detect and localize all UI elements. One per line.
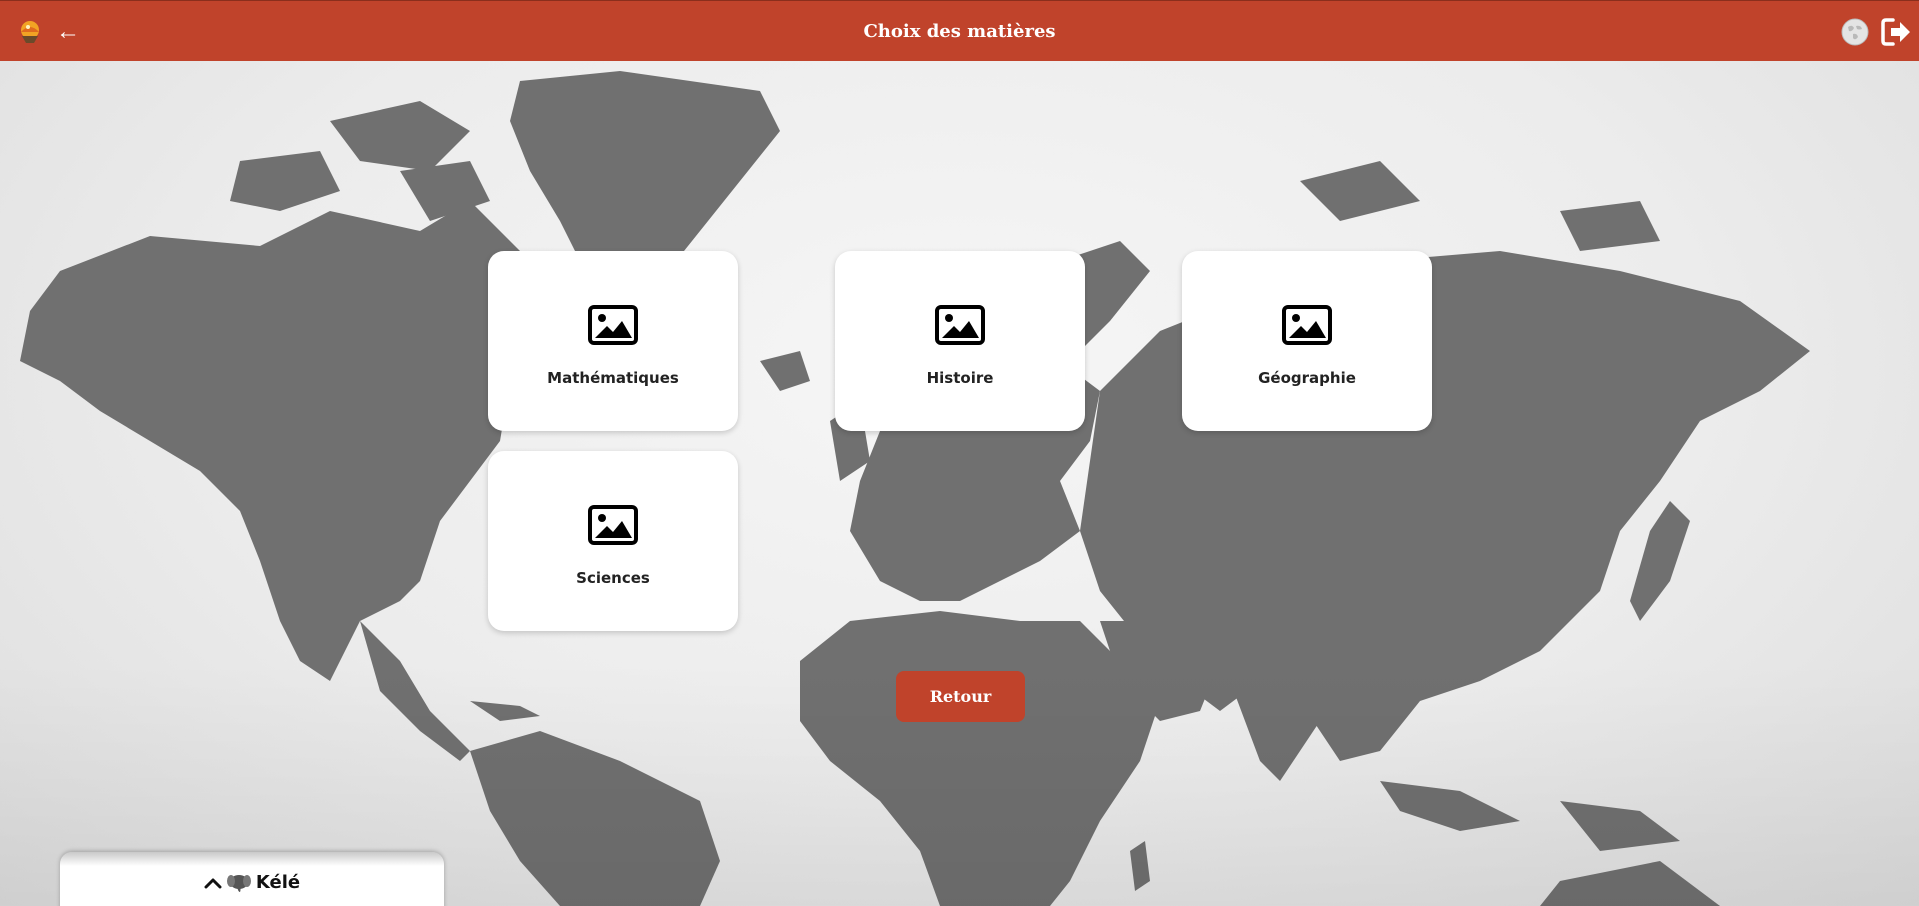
bottom-character-panel[interactable]: Kélé bbox=[60, 852, 444, 906]
image-icon bbox=[588, 305, 638, 345]
subject-label: Géographie bbox=[1258, 369, 1356, 387]
subject-label: Sciences bbox=[576, 569, 650, 587]
subject-card-geographie[interactable]: Géographie bbox=[1182, 251, 1432, 431]
image-icon bbox=[1282, 305, 1332, 345]
panel-header: Kélé bbox=[60, 872, 444, 893]
subject-card-sciences[interactable]: Sciences bbox=[488, 451, 738, 631]
world-map-background bbox=[0, 71, 1919, 906]
image-icon bbox=[588, 505, 638, 545]
subject-label: Histoire bbox=[926, 369, 994, 387]
subject-card-mathematiques[interactable]: Mathématiques bbox=[488, 251, 738, 431]
logout-icon[interactable] bbox=[1880, 16, 1912, 48]
elephant-icon bbox=[226, 874, 251, 892]
retour-button[interactable]: Retour bbox=[896, 671, 1025, 722]
subject-card-histoire[interactable]: Histoire bbox=[835, 251, 1085, 431]
image-icon bbox=[935, 305, 985, 345]
top-bar: ← Choix des matières bbox=[0, 0, 1919, 61]
subject-label: Mathématiques bbox=[547, 369, 679, 387]
character-name: Kélé bbox=[255, 872, 301, 893]
page-title: Choix des matières bbox=[863, 21, 1056, 42]
globe-icon[interactable] bbox=[1841, 18, 1869, 46]
chevron-up-icon[interactable] bbox=[204, 876, 222, 890]
